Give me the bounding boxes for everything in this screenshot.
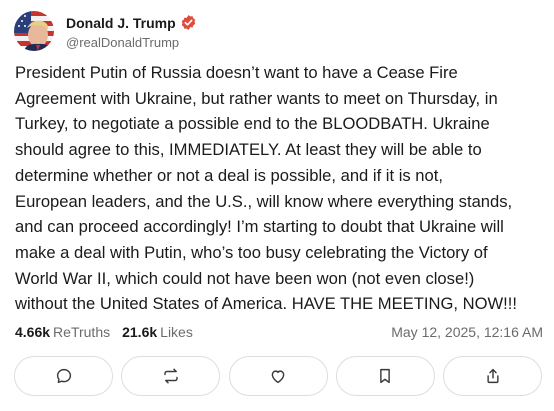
post-line: should agree to this, IMMEDIATELY. At le… <box>15 140 482 160</box>
retruths-count[interactable]: 4.66k <box>15 324 50 340</box>
reply-icon <box>56 368 71 384</box>
like-button[interactable] <box>228 356 328 396</box>
post-body: President Putin of Russia doesn’t want t… <box>15 60 543 317</box>
post-header: Donald J. Trump @realDonaldTrump <box>14 10 197 52</box>
avatar-image <box>14 11 54 51</box>
post-timestamp[interactable]: May 12, 2025, 12:16 AM <box>391 324 543 340</box>
share-button[interactable] <box>443 356 542 396</box>
post-line: without the United States of America. HA… <box>15 294 517 314</box>
bookmark-button[interactable] <box>335 356 435 396</box>
likes-count[interactable]: 21.6k <box>122 324 157 340</box>
retruth-icon <box>164 368 178 384</box>
post-line: European leaders, and the U.S., will kno… <box>15 191 513 211</box>
post-line: determine whether or not a deal is possi… <box>15 165 443 185</box>
action-bar <box>14 356 542 398</box>
author-info: Donald J. Trump @realDonaldTrump <box>66 13 197 50</box>
author-handle[interactable]: @realDonaldTrump <box>66 35 197 50</box>
post-line: Agreement with Ukraine, but rather wants… <box>15 88 498 108</box>
retruth-button[interactable] <box>121 356 221 396</box>
share-icon <box>486 368 499 384</box>
retruths-label[interactable]: ReTruths <box>53 324 110 340</box>
post-line: President Putin of Russia doesn’t want t… <box>15 63 458 82</box>
name-row: Donald J. Trump <box>66 13 197 33</box>
post-line: make a deal with Putin, who’s too busy c… <box>15 242 488 262</box>
post-card: Donald J. Trump @realDonaldTrump Preside… <box>0 0 554 411</box>
avatar[interactable] <box>14 11 54 51</box>
reply-button[interactable] <box>14 356 113 396</box>
like-icon <box>271 370 285 384</box>
post-line: World War II, which could not have been … <box>15 268 475 288</box>
bookmark-icon <box>380 368 391 384</box>
likes-label[interactable]: Likes <box>160 324 193 340</box>
post-line: Turkey, to negotiate a possible end to t… <box>15 114 490 134</box>
display-name[interactable]: Donald J. Trump <box>66 15 176 31</box>
post-stats: 4.66k ReTruths 21.6k Likes May 12, 2025,… <box>15 322 543 342</box>
post-line: and can proceed accordingly! I’m startin… <box>15 217 504 237</box>
verified-badge-icon <box>180 14 197 31</box>
